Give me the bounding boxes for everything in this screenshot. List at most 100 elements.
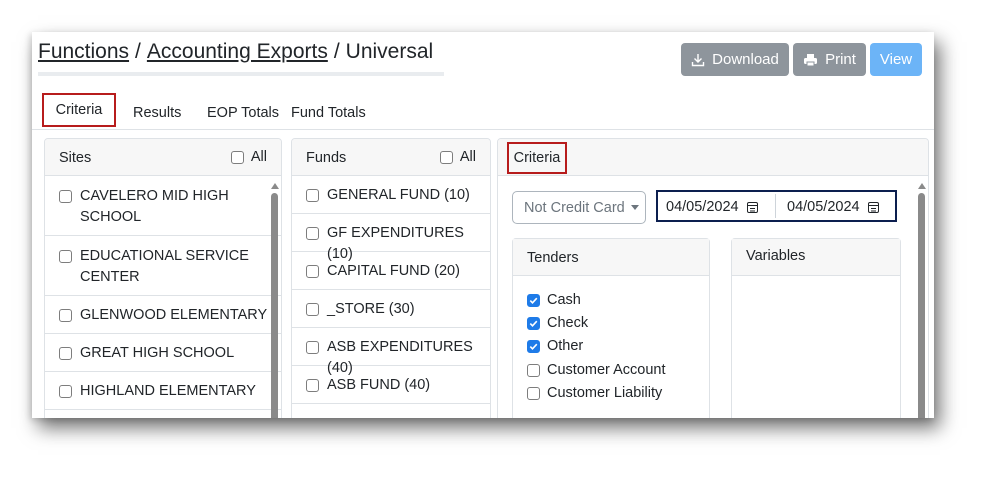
fund-checkbox[interactable]	[306, 303, 319, 316]
fund-checkbox[interactable]	[306, 265, 319, 278]
tab-criteria[interactable]: Criteria	[42, 93, 116, 127]
breadcrumb-accounting-exports-link[interactable]: Accounting Exports	[147, 40, 328, 63]
site-label: HIGHLAND ELEMENTARY	[80, 383, 256, 399]
fund-item[interactable]: ASB FUND (40)	[292, 366, 490, 404]
tender-cash[interactable]: Cash	[527, 292, 581, 308]
tender-customer-liability[interactable]: Customer Liability	[527, 385, 662, 401]
breadcrumb-separator: /	[333, 40, 340, 63]
screenshot-panel: Functions / Accounting Exports / Universal D…	[32, 32, 934, 418]
funds-all-label: All	[459, 149, 476, 165]
criteria-title: Criteria	[507, 142, 567, 174]
funds-header: Funds All	[292, 139, 490, 176]
tender-checkbox[interactable]	[527, 386, 540, 400]
criteria-header: Criteria	[498, 139, 928, 176]
printer-icon	[804, 53, 818, 66]
tenders-header: Tenders	[513, 239, 709, 276]
site-checkbox[interactable]	[59, 347, 72, 360]
tab-bar: Criteria Results EOP Totals Fund Totals	[32, 92, 934, 130]
scroll-up-arrow-icon[interactable]	[271, 183, 279, 189]
view-button[interactable]: View	[870, 43, 922, 76]
variables-panel: Variables	[731, 238, 901, 418]
funds-title: Funds	[306, 150, 347, 166]
fund-label: GENERAL FUND (10)	[327, 187, 470, 203]
site-checkbox[interactable]	[59, 385, 72, 398]
tender-checkbox[interactable]	[527, 363, 540, 377]
fund-label: ASB FUND (40)	[327, 377, 431, 393]
fund-checkbox[interactable]	[306, 341, 319, 354]
tender-other[interactable]: Other	[527, 338, 583, 354]
sites-scrollbar[interactable]	[270, 183, 280, 418]
site-checkbox[interactable]	[59, 190, 72, 203]
checkmark-icon	[529, 297, 538, 304]
date-from-field[interactable]: 04/05/2024	[666, 199, 758, 215]
tender-label: Check	[547, 315, 589, 331]
sites-all-checkbox[interactable]	[230, 150, 244, 164]
fund-item[interactable]: CAPITAL FUND (20)	[292, 252, 490, 290]
tender-label: Customer Account	[547, 362, 666, 378]
calendar-icon[interactable]	[746, 201, 758, 213]
tab-eop-totals[interactable]: EOP Totals	[207, 105, 279, 121]
site-item[interactable]: HIGHLAND ELEMENTARY	[45, 372, 281, 410]
date-from-value: 04/05/2024	[666, 199, 739, 215]
site-checkbox[interactable]	[59, 250, 72, 263]
print-button-label: Print	[825, 51, 856, 68]
fund-label: _STORE (30)	[327, 301, 415, 317]
fund-item[interactable]: ASB EXPENDITURES (40)	[292, 328, 490, 376]
site-label: EDUCATIONAL SERVICE CENTER	[80, 248, 249, 285]
download-icon	[691, 53, 705, 66]
date-range: 04/05/2024 04/05/2024	[656, 190, 897, 222]
breadcrumb: Functions / Accounting Exports / Universal	[38, 40, 433, 64]
fund-checkbox[interactable]	[306, 379, 319, 392]
fund-checkbox[interactable]	[306, 227, 319, 240]
criteria-scrollbar[interactable]	[917, 183, 927, 418]
print-button[interactable]: Print	[793, 43, 866, 76]
breadcrumb-functions-link[interactable]: Functions	[38, 40, 129, 63]
calendar-icon[interactable]	[867, 201, 879, 213]
sites-header: Sites All	[45, 139, 281, 176]
checkmark-icon	[529, 343, 538, 350]
chevron-down-icon	[630, 205, 639, 210]
tender-checkbox[interactable]	[527, 339, 540, 353]
tender-check[interactable]: Check	[527, 315, 588, 331]
fund-item[interactable]: GF EXPENDITURES (10)	[292, 214, 490, 262]
sites-title: Sites	[59, 150, 92, 166]
site-item[interactable]: EDUCATIONAL SERVICE CENTER	[45, 236, 281, 296]
tab-criteria-label: Criteria	[55, 102, 103, 118]
fund-item[interactable]: _STORE (30)	[292, 290, 490, 328]
tender-checkbox[interactable]	[527, 293, 540, 307]
fund-label: CAPITAL FUND (20)	[327, 263, 460, 279]
sites-scroll-thumb[interactable]	[271, 193, 278, 418]
funds-select-all[interactable]: All	[439, 149, 476, 165]
download-button[interactable]: Download	[681, 43, 789, 76]
criteria-scroll-thumb[interactable]	[918, 193, 925, 418]
sites-select-all[interactable]: All	[230, 149, 267, 165]
tab-fund-totals[interactable]: Fund Totals	[291, 105, 366, 121]
tender-customer-account[interactable]: Customer Account	[527, 362, 665, 378]
download-button-label: Download	[712, 51, 779, 68]
variables-header: Variables	[732, 239, 900, 276]
funds-all-checkbox[interactable]	[439, 150, 453, 164]
tenders-title: Tenders	[527, 250, 579, 266]
tender-checkbox[interactable]	[527, 316, 540, 330]
site-label: GREAT HIGH SCHOOL	[80, 345, 235, 361]
site-item[interactable]: GLENWOOD ELEMENTARY	[45, 296, 281, 334]
checkmark-icon	[529, 320, 538, 327]
site-label: CAVELERO MID HIGH SCHOOL	[80, 188, 229, 225]
tender-label: Customer Liability	[547, 385, 663, 401]
sites-all-label: All	[250, 149, 267, 165]
fund-item[interactable]: GENERAL FUND (10)	[292, 176, 490, 214]
fund-checkbox[interactable]	[306, 189, 319, 202]
breadcrumb-separator: /	[135, 40, 141, 63]
site-checkbox[interactable]	[59, 309, 72, 322]
site-item[interactable]: GREAT HIGH SCHOOL	[45, 334, 281, 372]
site-item[interactable]: CAVELERO MID HIGH SCHOOL	[45, 176, 281, 236]
date-to-field[interactable]: 04/05/2024	[787, 199, 879, 215]
tenders-panel: Tenders Cash Check Other Customer Accoun…	[512, 238, 710, 418]
scroll-up-arrow-icon[interactable]	[918, 183, 926, 189]
criteria-card: Criteria Not Credit Card 04/05/2024 04/0…	[497, 138, 929, 418]
funds-card: Funds All GENERAL FUND (10) GF EXPENDITU…	[291, 138, 491, 418]
tab-results[interactable]: Results	[133, 105, 181, 121]
breadcrumb-current: Universal	[345, 40, 434, 63]
card-type-select[interactable]: Not Credit Card	[512, 191, 646, 224]
tender-label: Cash	[547, 292, 581, 308]
